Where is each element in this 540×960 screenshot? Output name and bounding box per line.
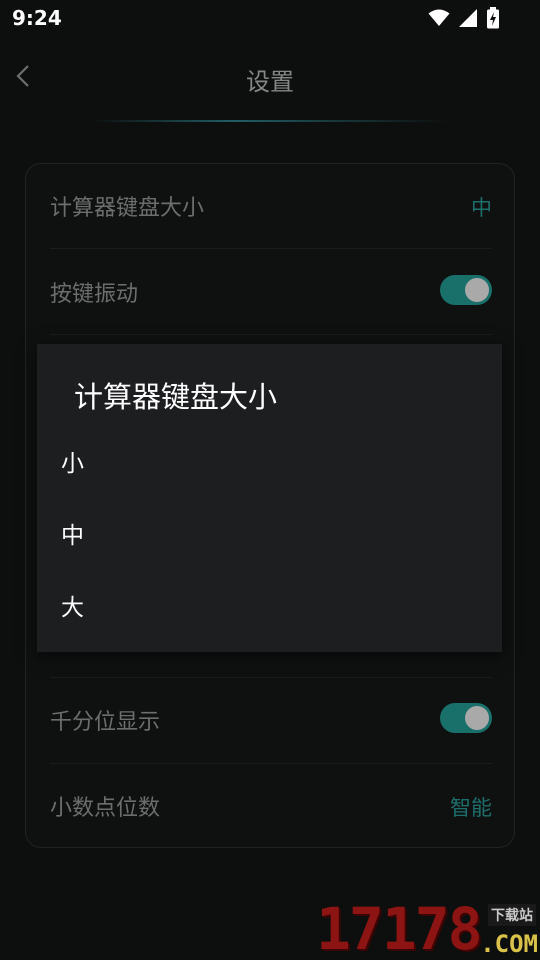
status-bar: 9:24 <box>0 0 540 38</box>
row-divider <box>50 334 492 335</box>
watermark-logo: 17178 下载站 .COM <box>316 898 540 960</box>
dialog-title: 计算器键盘大小 <box>74 380 278 414</box>
page-title: 设置 <box>246 68 294 96</box>
battery-charging-icon <box>486 7 500 33</box>
header-divider <box>90 120 450 122</box>
setting-value: 中 <box>471 196 492 220</box>
wifi-icon <box>428 9 450 31</box>
watermark-number: 17178 <box>316 895 483 960</box>
setting-row-key-vibration: 按键振动 <box>50 250 492 336</box>
option-label: 小 <box>61 451 84 477</box>
dialog-option-medium[interactable]: 中 <box>37 496 502 568</box>
signal-icon <box>458 8 478 32</box>
dialog-option-large[interactable]: 大 <box>37 568 502 640</box>
app-header: 设置 <box>0 38 540 124</box>
option-label: 中 <box>61 523 84 549</box>
setting-row-thousands-separator: 千分位显示 <box>50 678 492 764</box>
setting-label: 千分位显示 <box>50 710 161 735</box>
setting-label: 计算器键盘大小 <box>50 196 205 221</box>
setting-value: 智能 <box>450 796 492 820</box>
status-icons <box>428 7 500 33</box>
vibration-toggle[interactable] <box>440 275 492 305</box>
watermark-domain: .COM <box>480 930 538 958</box>
watermark-top-text: 下载站 <box>488 904 536 926</box>
toggle-knob <box>465 706 489 730</box>
setting-row-decimal-places[interactable]: 小数点位数 智能 <box>50 764 492 850</box>
setting-label: 按键振动 <box>50 282 139 307</box>
row-divider <box>50 248 492 249</box>
keyboard-size-dialog: 计算器键盘大小 小 中 大 <box>37 344 502 652</box>
setting-label: 小数点位数 <box>50 796 161 821</box>
dialog-option-small[interactable]: 小 <box>37 424 502 496</box>
setting-row-keyboard-size[interactable]: 计算器键盘大小 中 <box>50 164 492 250</box>
status-time: 9:24 <box>12 6 62 30</box>
thousands-toggle[interactable] <box>440 703 492 733</box>
option-label: 大 <box>61 595 84 621</box>
toggle-knob <box>465 278 489 302</box>
settings-screen: 9:24 设置 计算器键盘大小 中 按键振动 千分位显示 小数点位数 智能 计算… <box>0 0 540 960</box>
